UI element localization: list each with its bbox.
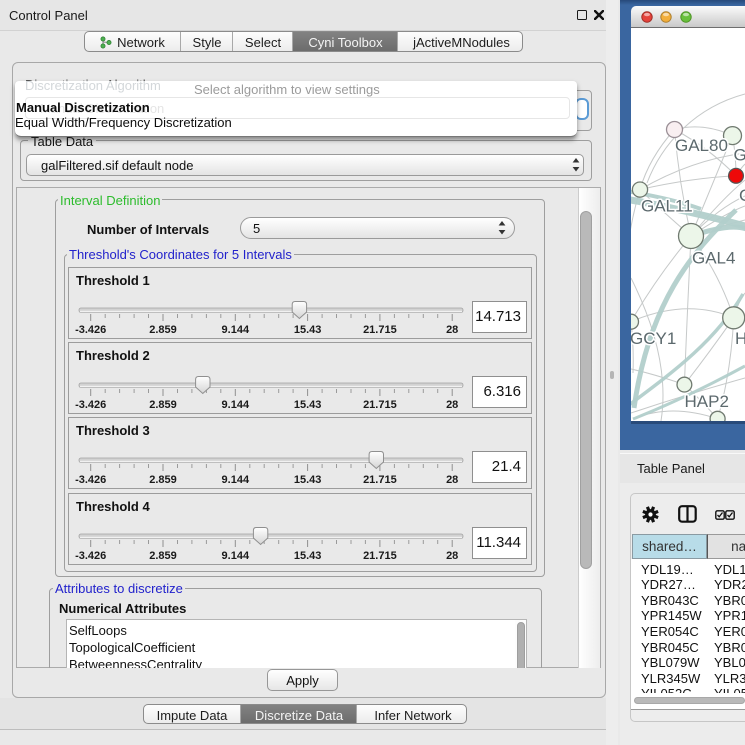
svg-text:28: 28	[446, 474, 458, 486]
svg-text:9.144: 9.144	[222, 474, 250, 486]
svg-text:GAL80: GAL80	[675, 136, 728, 155]
svg-text:21.715: 21.715	[363, 474, 397, 486]
svg-text:9.144: 9.144	[222, 324, 250, 336]
svg-text:2.859: 2.859	[149, 399, 177, 411]
svg-text:GCY1: GCY1	[631, 329, 676, 348]
svg-text:9.144: 9.144	[222, 550, 250, 562]
svg-text:GAL4: GAL4	[692, 249, 735, 268]
svg-text:2.859: 2.859	[149, 474, 177, 486]
svg-text:21.715: 21.715	[363, 324, 397, 336]
svg-text:15.43: 15.43	[294, 324, 322, 336]
svg-text:21.715: 21.715	[363, 399, 397, 411]
svg-text:G.: G.	[734, 146, 745, 165]
svg-text:-3.426: -3.426	[75, 550, 106, 562]
svg-text:H: H	[735, 329, 745, 348]
svg-text:-3.426: -3.426	[75, 399, 106, 411]
svg-text:9.144: 9.144	[222, 399, 250, 411]
svg-text:28: 28	[446, 399, 458, 411]
svg-text:28: 28	[446, 324, 458, 336]
svg-text:21.715: 21.715	[363, 550, 397, 562]
svg-text:2.859: 2.859	[149, 324, 177, 336]
svg-text:2.859: 2.859	[149, 550, 177, 562]
svg-text:HAP2: HAP2	[685, 392, 729, 411]
svg-text:15.43: 15.43	[294, 550, 322, 562]
svg-text:C: C	[739, 186, 745, 205]
svg-text:-3.426: -3.426	[75, 474, 106, 486]
svg-text:28: 28	[446, 550, 458, 562]
svg-text:GAL11: GAL11	[641, 197, 693, 216]
svg-text:15.43: 15.43	[294, 399, 322, 411]
svg-text:15.43: 15.43	[294, 474, 322, 486]
svg-text:-3.426: -3.426	[75, 324, 106, 336]
